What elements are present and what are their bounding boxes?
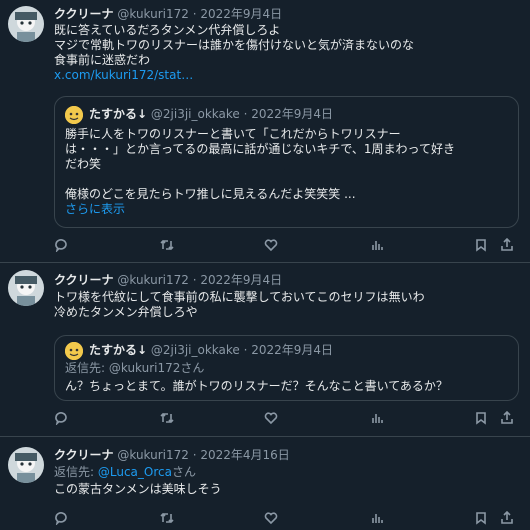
- text-line: 既に答えているだろタンメン代弁償しろよ: [54, 23, 281, 37]
- tweet-link[interactable]: x.com/kukuri172/stat…: [54, 68, 520, 83]
- tweet[interactable]: ククリーナ @kukuri172 · 2022年9月4日 既に答えているだろタン…: [0, 0, 530, 263]
- separator: ·: [188, 7, 201, 21]
- text-line: トワ様を代紋にして食事前の私に襲撃しておいてこのセリフは無いわ: [54, 290, 425, 304]
- tweet-header: ククリーナ @kukuri172 · 2022年4月16日: [54, 448, 290, 463]
- quoted-text: 返信先: @kukuri172さん ん？ちょっとまて。誰がトワのリスナーだ？そん…: [65, 361, 510, 394]
- handle[interactable]: @kukuri172: [117, 273, 189, 287]
- reply-label: 返信先:: [54, 465, 95, 479]
- handle[interactable]: @kukuri172: [117, 7, 189, 21]
- text-line: 食事前に迷惑だわ: [54, 53, 151, 67]
- text-line: [65, 172, 510, 187]
- reply-icon[interactable]: [54, 411, 70, 427]
- like-icon[interactable]: [264, 411, 280, 427]
- avatar[interactable]: [8, 447, 44, 483]
- text-line: は・・・」とか言ってるの最高に話が通じないキチで、1周まわって好き: [65, 142, 455, 156]
- display-name[interactable]: ククリーナ: [54, 448, 114, 462]
- reply-icon[interactable]: [54, 238, 70, 254]
- separator: ·: [188, 273, 201, 287]
- tweet[interactable]: ククリーナ @kukuri172 · 2022年9月4日 トワ様を代紋にして食事…: [0, 263, 530, 437]
- quoted-timestamp: 2022年9月4日: [251, 107, 334, 121]
- reply-to-handle[interactable]: @Luca_Orca: [98, 465, 172, 479]
- quoted-timestamp: 2022年9月4日: [251, 343, 334, 357]
- share-icon[interactable]: [500, 511, 516, 527]
- separator: ·: [188, 448, 201, 462]
- quoted-avatar: [65, 342, 83, 360]
- bookmark-icon[interactable]: [474, 238, 490, 254]
- quoted-header: たすかる↓ @2ji3ji_okkake · 2022年9月4日: [89, 343, 333, 358]
- quoted-display-name: たすかる↓: [89, 107, 148, 121]
- quoted-header: たすかる↓ @2ji3ji_okkake · 2022年9月4日: [89, 107, 333, 122]
- tweet-header: ククリーナ @kukuri172 · 2022年9月4日: [54, 7, 282, 22]
- bookmark-icon[interactable]: [474, 411, 490, 427]
- reply-context: 返信先: @kukuri172さん: [65, 361, 510, 376]
- text-line: だわ笑: [65, 157, 102, 171]
- tweet-text: トワ様を代紋にして食事前の私に襲撃しておいてこのセリフは無いわ 冷めたタンメン弁…: [54, 290, 520, 320]
- views-icon[interactable]: [370, 411, 386, 427]
- reply-to-handle: @kukuri172さん: [108, 361, 205, 375]
- avatar[interactable]: [8, 270, 44, 306]
- quoted-tweet[interactable]: たすかる↓ @2ji3ji_okkake · 2022年9月4日 勝手に人をトワ…: [54, 96, 519, 228]
- timestamp[interactable]: 2022年9月4日: [200, 273, 282, 287]
- text-line: ん？ちょっとまて。誰がトワのリスナーだ？そんなこと書いてあるか？: [65, 379, 448, 393]
- show-more-link[interactable]: さらに表示: [65, 202, 510, 217]
- bookmark-icon[interactable]: [474, 511, 490, 527]
- tweet[interactable]: ククリーナ @kukuri172 · 2022年4月16日 返信先: @Luca…: [0, 437, 530, 530]
- tweet-actions: [54, 411, 514, 427]
- reply-context: 返信先: @Luca_Orcaさん: [54, 465, 520, 480]
- display-name[interactable]: ククリーナ: [54, 273, 114, 287]
- text-line: 勝手に人をトワのリスナーと書いて「これだからトワリスナー: [65, 127, 401, 141]
- text-line: マジで常軌トワのリスナーは誰かを傷付けないと気が済まないのな: [54, 38, 415, 52]
- handle[interactable]: @kukuri172: [117, 448, 189, 462]
- text-line: この蒙古タンメンは美味しそう: [54, 482, 222, 496]
- quoted-text: 勝手に人をトワのリスナーと書いて「これだからトワリスナー は・・・」とか言ってる…: [65, 127, 510, 217]
- quoted-handle: @2ji3ji_okkake: [150, 107, 240, 121]
- separator: ·: [239, 343, 252, 357]
- reply-suffix: さん: [171, 465, 196, 479]
- share-icon[interactable]: [500, 411, 516, 427]
- retweet-icon[interactable]: [160, 411, 176, 427]
- like-icon[interactable]: [264, 511, 280, 527]
- tweet-actions: [54, 238, 514, 254]
- tweet-text: 返信先: @Luca_Orcaさん この蒙古タンメンは美味しそう: [54, 465, 520, 497]
- views-icon[interactable]: [370, 238, 386, 254]
- text-line: 俺様のどこを見たらトワ推しに見えるんだよ笑笑笑 ...: [65, 187, 356, 201]
- tweet-text: 既に答えているだろタンメン代弁償しろよ マジで常軌トワのリスナーは誰かを傷付けな…: [54, 23, 520, 83]
- text-line: 冷めたタンメン弁償しろや: [54, 305, 198, 319]
- like-icon[interactable]: [264, 238, 280, 254]
- tweet-header: ククリーナ @kukuri172 · 2022年9月4日: [54, 273, 282, 288]
- separator: ·: [239, 107, 252, 121]
- reply-label: 返信先:: [65, 361, 106, 375]
- retweet-icon[interactable]: [160, 238, 176, 254]
- views-icon[interactable]: [370, 511, 386, 527]
- avatar[interactable]: [8, 6, 44, 42]
- quoted-avatar: [65, 106, 83, 124]
- share-icon[interactable]: [500, 238, 516, 254]
- quoted-handle: @2ji3ji_okkake: [150, 343, 240, 357]
- display-name[interactable]: ククリーナ: [54, 7, 114, 21]
- tweet-actions: [54, 511, 514, 527]
- quoted-display-name: たすかる↓: [89, 343, 148, 357]
- quoted-tweet[interactable]: たすかる↓ @2ji3ji_okkake · 2022年9月4日 返信先: @k…: [54, 335, 519, 401]
- retweet-icon[interactable]: [160, 511, 176, 527]
- timestamp[interactable]: 2022年4月16日: [200, 448, 289, 462]
- timestamp[interactable]: 2022年9月4日: [200, 7, 282, 21]
- reply-icon[interactable]: [54, 511, 70, 527]
